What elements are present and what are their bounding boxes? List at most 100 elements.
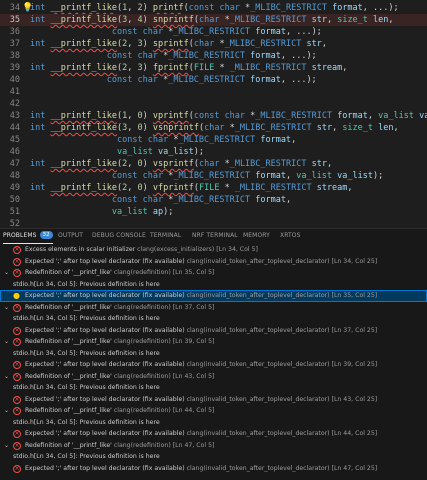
line-number: 51 (9, 207, 20, 217)
problem-item[interactable]: × Expected ';' after top level declarato… (0, 428, 427, 440)
line-number: 50 (9, 195, 20, 205)
error-icon: × (13, 430, 21, 438)
code-text: int __printf_like(2, 3) fprintf(FILE * _… (30, 63, 348, 73)
line-number: 35 (9, 15, 20, 25)
related-info-item[interactable]: stdio.h[Ln 34, Col 5]: Previous definiti… (0, 313, 427, 325)
related-info-item[interactable]: stdio.h[Ln 34, Col 5]: Previous definiti… (0, 382, 427, 394)
line-number: 45 (9, 135, 20, 145)
line-number: 36 (9, 27, 20, 37)
error-icon: × (13, 246, 21, 254)
problem-item[interactable]: × Expected ';' after top level declarato… (0, 359, 427, 371)
related-info-item[interactable]: stdio.h[Ln 34, Col 5]: Previous definiti… (0, 417, 427, 429)
code-text: int __printf_like(3, 0) vsnprintf(char *… (30, 123, 399, 133)
code-line[interactable]: 49 int __printf_like(2, 0) vfprintf(FILE… (0, 182, 427, 194)
code-line[interactable]: 39 int __printf_like(2, 3) fprintf(FILE … (0, 62, 427, 74)
problem-item[interactable]: ⌄ × Redefinition of '__printf_like' clan… (0, 302, 427, 314)
error-icon: × (13, 361, 21, 369)
code-text: int __printf_like(1, 0) vprintf(const ch… (30, 111, 427, 121)
code-line[interactable]: 46 va_list va_list); (0, 146, 427, 158)
problem-item[interactable]: ⌄ × Redefinition of '__printf_like' clan… (0, 267, 427, 279)
line-number: 52 (9, 219, 20, 228)
code-line[interactable]: 38 const char *_MLIBC_RESTRICT format, .… (0, 50, 427, 62)
chevron-down-icon[interactable]: ⌄ (4, 440, 9, 451)
problem-item[interactable]: ⌄ × Redefinition of '__printf_like' clan… (0, 405, 427, 417)
code-editor[interactable]: 34 💡 int __printf_like(1, 2) printf(cons… (0, 0, 427, 228)
related-info-item[interactable]: stdio.h[Ln 34, Col 5]: Previous definiti… (0, 348, 427, 360)
line-number: 40 (9, 75, 20, 85)
error-icon: × (13, 441, 21, 450)
code-line[interactable]: 50 const char *_MLIBC_RESTRICT format, (0, 194, 427, 206)
line-number: 49 (9, 183, 20, 193)
code-text: const char *_MLIBC_RESTRICT format, (111, 195, 292, 205)
code-text: int __printf_like(2, 3) sprintf(char *_M… (30, 39, 327, 49)
problem-item[interactable]: × Expected ';' after top level declarato… (0, 463, 427, 475)
code-text: va_list ap); (111, 207, 174, 217)
related-info-item[interactable]: stdio.h[Ln 34, Col 5]: Previous definiti… (0, 451, 427, 463)
code-text: const char *_MLIBC_RESTRICT format, ...)… (106, 51, 317, 61)
code-text: int __printf_like(2, 0) vfprintf(FILE * … (30, 183, 353, 193)
code-text: va_list va_list); (117, 147, 205, 157)
code-text: int __printf_like(3, 4) snprintf(char *_… (30, 15, 394, 25)
error-icon: × (13, 407, 21, 415)
error-icon: × (13, 372, 21, 381)
code-line[interactable]: 37 int __printf_like(2, 3) sprintf(char … (0, 38, 427, 50)
code-line[interactable]: 51 va_list ap); (0, 206, 427, 218)
code-text: const char *_MLIBC_RESTRICT format, va_l… (111, 171, 384, 181)
problem-item-selected[interactable]: ● Expected ';' after top level declarato… (0, 290, 427, 302)
code-line[interactable]: 42 (0, 98, 427, 110)
tab-xrtos[interactable]: XRTOS (280, 229, 301, 243)
line-number: 42 (9, 99, 20, 109)
line-number: 47 (9, 159, 20, 169)
lightbulb-icon[interactable]: ● (13, 292, 21, 300)
tab-memory[interactable]: MEMORY (243, 229, 270, 243)
error-icon: × (13, 326, 21, 335)
code-line[interactable]: 45 const char *_MLIBC_RESTRICT format, (0, 134, 427, 146)
error-icon: × (13, 464, 21, 473)
code-line[interactable]: 52 (0, 218, 427, 228)
tab-debug-console[interactable]: DEBUG CONSOLE (92, 229, 146, 243)
error-icon: × (13, 303, 21, 312)
code-line[interactable]: 35 int __printf_like(3, 4) snprintf(char… (0, 14, 427, 26)
panel-tabs: PROBLEMS 32 OUTPUT DEBUG CONSOLE TERMINAL… (0, 229, 427, 244)
problem-item[interactable]: × Expected ';' after top level declarato… (0, 325, 427, 337)
code-text: const char *_MLIBC_RESTRICT format, ...)… (111, 27, 322, 37)
chevron-down-icon[interactable]: ⌄ (4, 302, 9, 313)
code-text: int __printf_like(1, 2) printf(const cha… (30, 3, 399, 13)
code-line[interactable]: 48 const char *_MLIBC_RESTRICT format, v… (0, 170, 427, 182)
code-line[interactable]: 40 const char *_MLIBC_RESTRICT format, .… (0, 74, 427, 86)
line-number: 39 (9, 63, 20, 73)
chevron-down-icon[interactable]: ⌄ (4, 371, 9, 382)
code-line[interactable]: 47 int __printf_like(2, 0) vsprintf(char… (0, 158, 427, 170)
problem-item[interactable]: × Expected ';' after top level declarato… (0, 394, 427, 406)
line-number: 37 (9, 39, 20, 49)
chevron-down-icon[interactable]: ⌄ (4, 267, 9, 278)
problem-item[interactable]: ⌄ × Redefinition of '__printf_like' clan… (0, 440, 427, 452)
code-text: const char *_MLIBC_RESTRICT format, (117, 135, 297, 145)
line-number: 43 (9, 111, 20, 121)
problem-item[interactable]: ⌄ × Redefinition of '__printf_like' clan… (0, 336, 427, 348)
related-info-item[interactable]: stdio.h[Ln 34, Col 5]: Previous definiti… (0, 279, 427, 291)
code-text: const char *_MLIBC_RESTRICT format, ...)… (106, 75, 317, 85)
tab-terminal[interactable]: TERMINAL (150, 229, 181, 243)
code-line[interactable]: 41 (0, 86, 427, 98)
code-line[interactable]: 44 int __printf_like(3, 0) vsnprintf(cha… (0, 122, 427, 134)
tab-output[interactable]: OUTPUT (58, 229, 83, 243)
line-number: 41 (9, 87, 20, 97)
problem-item[interactable]: ⌄ × Redefinition of '__printf_like' clan… (0, 371, 427, 383)
chevron-down-icon[interactable]: ⌄ (4, 405, 9, 416)
code-line[interactable]: 43 int __printf_like(1, 0) vprintf(const… (0, 110, 427, 122)
line-number: 44 (9, 123, 20, 133)
chevron-down-icon[interactable]: ⌄ (4, 336, 9, 347)
problem-item[interactable]: × Expected ';' after top level declarato… (0, 256, 427, 268)
code-line[interactable]: 36 const char *_MLIBC_RESTRICT format, .… (0, 26, 427, 38)
tab-problems[interactable]: PROBLEMS 32 (3, 229, 53, 244)
error-icon: × (13, 338, 21, 346)
problem-item[interactable]: × Excess elements in scalar initializer … (0, 244, 427, 256)
error-icon: × (13, 269, 21, 277)
problems-count-badge: 32 (39, 231, 53, 239)
error-icon: × (13, 395, 21, 404)
line-number: 38 (9, 51, 20, 61)
code-line[interactable]: 34 💡 int __printf_like(1, 2) printf(cons… (0, 2, 427, 14)
error-icon: × (13, 257, 21, 266)
tab-nrf-terminal[interactable]: NRF TERMINAL (192, 229, 238, 243)
